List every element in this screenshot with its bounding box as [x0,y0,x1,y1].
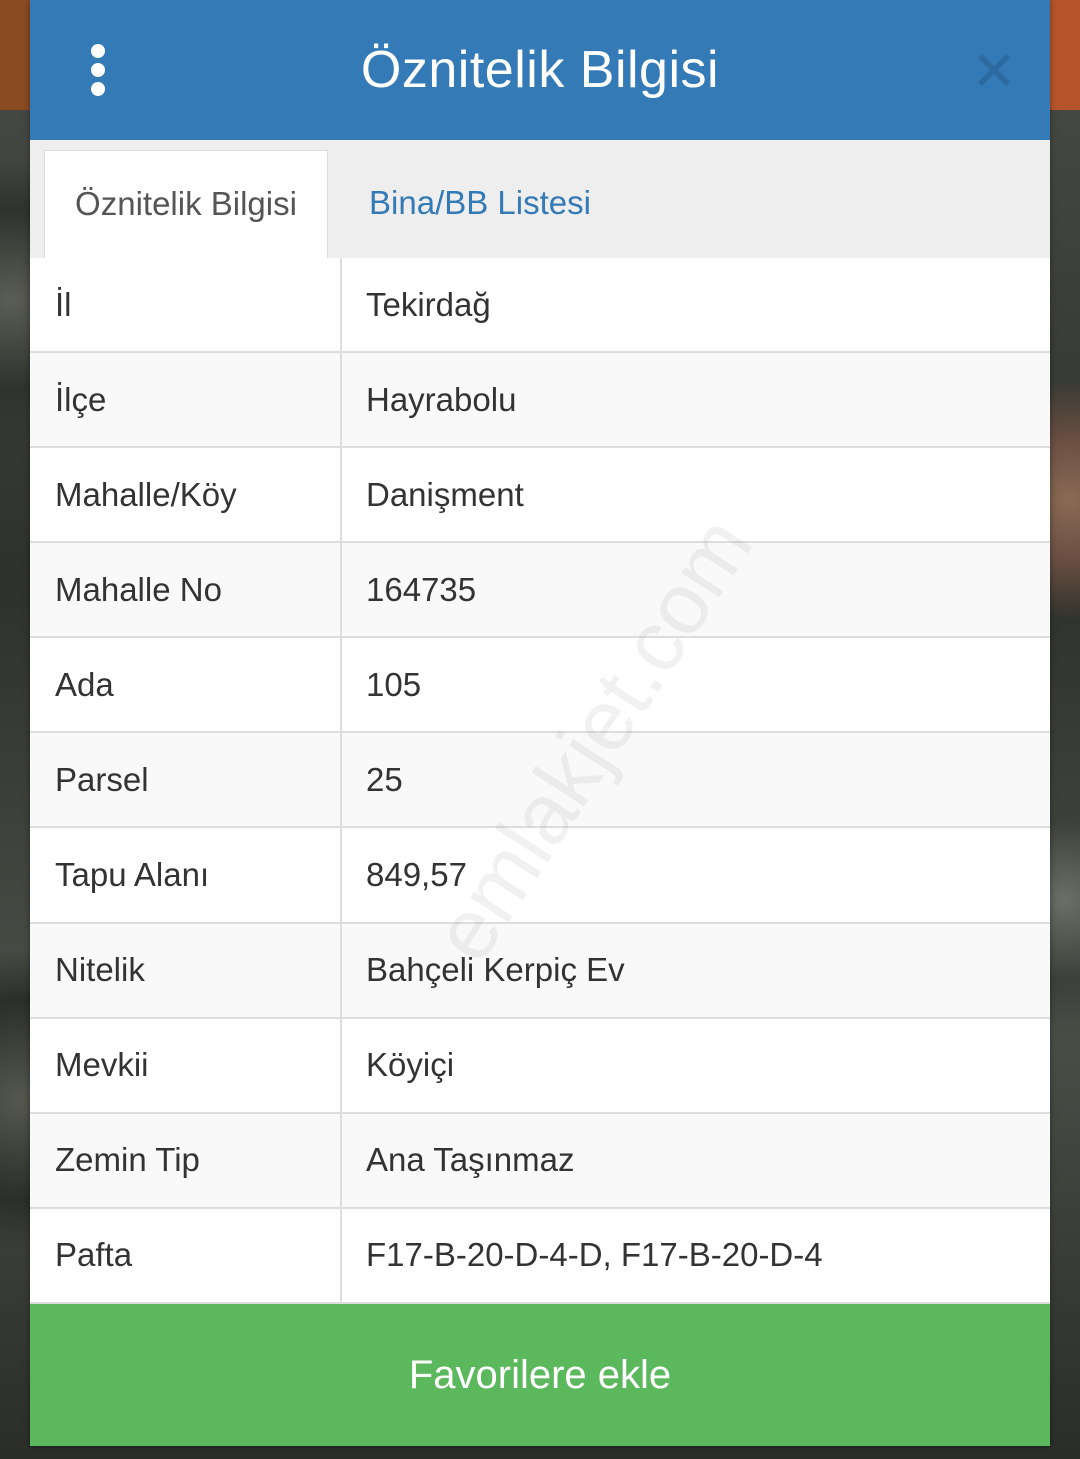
table-row: Tapu Alanı 849,57 [30,828,1050,924]
attribute-value: 105 [366,665,422,703]
map-background-left-top [0,0,30,110]
attribute-value: Tekirdağ [366,285,491,323]
attribute-label: İl [30,258,342,352]
table-row: Mahalle No 164735 [30,543,1050,639]
table-row: İlçe Hayrabolu [30,353,1050,449]
table-row: Nitelik Bahçeli Kerpiç Ev [30,923,1050,1019]
attribute-value: Hayrabolu [366,380,517,418]
dialog-title: Öznitelik Bilgisi [360,41,720,99]
add-to-favorites-button[interactable]: Favorilere ekle [30,1304,1050,1446]
attribute-label: Ada [30,638,342,732]
attribute-value: Danişment [366,475,524,513]
table-row: Zemin Tip Ana Taşınmaz [30,1113,1050,1209]
attribute-label: Mahalle No [30,543,342,637]
close-icon[interactable] [972,48,1016,92]
table-row: İl Tekirdağ [30,258,1050,354]
table-row: Mevkii Köyiçi [30,1018,1050,1114]
dialog-header: Öznitelik Bilgisi [30,0,1050,140]
table-row: Mahalle/Köy Danişment [30,448,1050,544]
attribute-label: Zemin Tip [30,1113,342,1207]
attribute-value: 164735 [366,570,477,608]
attribute-dialog: Öznitelik Bilgisi Öznitelik Bilgisi Bina… [30,0,1050,1446]
attribute-table: İl Tekirdağ İlçe Hayrabolu Mahalle/Köy D… [30,258,1050,1304]
attribute-label: Parsel [30,733,342,827]
attribute-value: Ana Taşınmaz [366,1141,575,1179]
attribute-label: Mahalle/Köy [30,448,342,542]
table-row: Parsel 25 [30,733,1050,829]
tab-bar: Öznitelik Bilgisi Bina/BB Listesi [30,140,1050,259]
attribute-value: Bahçeli Kerpiç Ev [366,951,625,989]
attribute-label: Tapu Alanı [30,828,342,922]
tab-building-list[interactable]: Bina/BB Listesi [330,150,630,258]
table-row: Pafta F17-B-20-D-4-D, F17-B-20-D-4 [30,1208,1050,1304]
attribute-label: Nitelik [30,923,342,1017]
map-background-right-top [1050,0,1080,110]
attribute-label: İlçe [30,353,342,447]
table-row: Ada 105 [30,638,1050,734]
attribute-value: 849,57 [366,856,467,893]
attribute-value: Köyiçi [366,1046,455,1084]
tab-attribute-info[interactable]: Öznitelik Bilgisi [44,150,328,258]
attribute-label: Mevkii [30,1018,342,1112]
attribute-label: Pafta [30,1208,342,1302]
attribute-value: 25 [366,760,403,798]
attribute-value: F17-B-20-D-4-D, F17-B-20-D-4 [366,1236,823,1274]
